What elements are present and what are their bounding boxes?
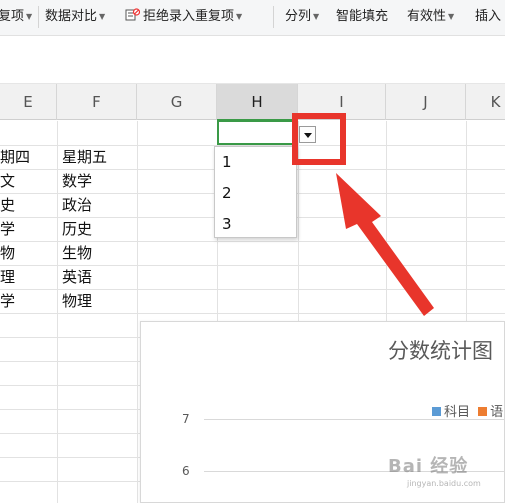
chart-title: 分数统计图	[388, 339, 493, 363]
ribbon-toolbar: 复项 ▼ 数据对比 ▼ 拒绝录入重复项 ▼ 分列 ▼ 智能填充 有效性 ▼ 插入	[0, 0, 505, 36]
y-tick-label: 6	[182, 464, 190, 478]
chevron-down-icon: ▼	[26, 12, 33, 21]
cell-f-2[interactable]: 星期五	[62, 146, 107, 169]
cell-e-6[interactable]: 物	[0, 242, 15, 265]
toolbar-divider	[38, 6, 39, 28]
column-header-h[interactable]: H	[217, 84, 298, 121]
y-tick-label: 7	[182, 412, 190, 426]
reject-duplicate-icon	[125, 8, 140, 21]
grid-line	[137, 121, 138, 503]
cell-e-8[interactable]: 学	[0, 290, 15, 313]
watermark-url: jingyan.baidu.com	[407, 479, 481, 488]
ribbon-smart-fill-button[interactable]: 智能填充	[336, 7, 388, 27]
dropdown-option[interactable]: 2	[222, 182, 292, 204]
legend-label: 科目	[444, 405, 471, 420]
cell-f-5[interactable]: 历史	[62, 218, 92, 241]
ribbon-duplicates-button[interactable]: 复项 ▼	[0, 7, 32, 27]
ribbon-insert-button[interactable]: 插入	[475, 7, 501, 27]
column-header-k[interactable]: K	[466, 84, 505, 120]
ribbon-reject-duplicates-button[interactable]: 拒绝录入重复项 ▼	[125, 7, 242, 27]
cell-e-5[interactable]: 学	[0, 218, 15, 241]
column-header-j[interactable]: J	[386, 84, 466, 120]
chart-gridline	[204, 419, 505, 420]
chevron-down-icon: ▼	[313, 12, 320, 21]
chevron-down-icon: ▼	[448, 12, 455, 21]
cell-e-7[interactable]: 理	[0, 266, 15, 289]
cell-e-3[interactable]: 文	[0, 170, 15, 193]
highlight-box	[292, 113, 346, 165]
chevron-down-icon: ▼	[236, 12, 243, 21]
column-header-g[interactable]: G	[137, 84, 217, 120]
cell-f-3[interactable]: 数学	[62, 170, 92, 193]
cell-f-7[interactable]: 英语	[62, 266, 92, 289]
legend-label: 语	[490, 405, 504, 420]
legend-swatch	[432, 407, 441, 416]
ribbon-split-column-button[interactable]: 分列 ▼	[285, 7, 319, 27]
column-header-bar: E F G H I J K	[0, 84, 505, 121]
legend-swatch	[478, 407, 488, 416]
cell-f-8[interactable]: 物理	[62, 290, 92, 313]
toolbar-divider	[273, 6, 274, 28]
grid-line	[0, 313, 505, 314]
cell-f-6[interactable]: 生物	[62, 242, 92, 265]
ribbon-data-compare-button[interactable]: 数据对比 ▼	[45, 7, 105, 27]
chevron-down-icon: ▼	[99, 12, 106, 21]
chart-legend: 科目 语	[432, 401, 503, 420]
validation-dropdown-list: 1 2 3	[214, 146, 297, 238]
ribbon-validation-button[interactable]: 有效性 ▼	[407, 7, 454, 27]
formula-area	[0, 37, 505, 84]
column-header-e[interactable]: E	[0, 84, 57, 120]
selected-cell-h1[interactable]	[217, 120, 298, 145]
dropdown-option[interactable]: 1	[222, 151, 292, 173]
cell-f-4[interactable]: 政治	[62, 194, 92, 217]
watermark-logo: Bai 经验	[388, 456, 469, 477]
cell-e-2[interactable]: 期四	[0, 146, 30, 169]
dropdown-option[interactable]: 3	[222, 213, 292, 235]
cell-e-4[interactable]: 史	[0, 194, 15, 217]
grid-line	[57, 121, 58, 503]
column-header-f[interactable]: F	[57, 84, 137, 120]
